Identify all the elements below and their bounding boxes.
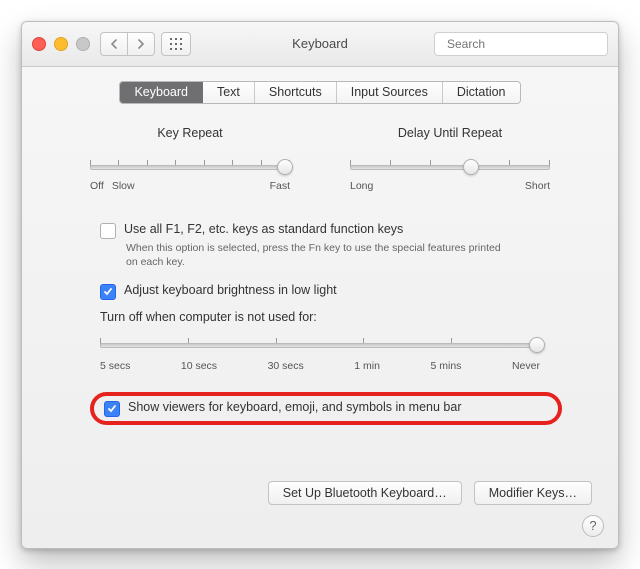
tab-shortcuts[interactable]: Shortcuts bbox=[255, 82, 337, 103]
turnoff-slider[interactable]: 5 secs 10 secs 30 secs 1 min 5 mins Never bbox=[100, 334, 540, 372]
brightness-option[interactable]: Adjust keyboard brightness in low light bbox=[100, 283, 590, 300]
highlighted-option: Show viewers for keyboard, emoji, and sy… bbox=[90, 392, 562, 425]
help-button[interactable]: ? bbox=[582, 515, 604, 537]
tab-input-sources[interactable]: Input Sources bbox=[337, 82, 443, 103]
fn-keys-option[interactable]: Use all F1, F2, etc. keys as standard fu… bbox=[100, 222, 590, 239]
delay-repeat-slider[interactable] bbox=[350, 156, 550, 176]
search-field[interactable] bbox=[434, 32, 608, 56]
minimize-window-button[interactable] bbox=[54, 37, 68, 51]
preferences-window: Keyboard Keyboard Text Shortcuts Input S… bbox=[21, 21, 619, 549]
turnoff-tick-label: 10 secs bbox=[181, 360, 217, 372]
delay-short: Short bbox=[525, 180, 550, 192]
turnoff-tick-label: 5 mins bbox=[430, 360, 461, 372]
delay-repeat-knob[interactable] bbox=[463, 159, 479, 175]
key-repeat-slow: Slow bbox=[112, 180, 135, 192]
key-repeat-slider[interactable] bbox=[90, 156, 290, 176]
delay-repeat-label: Delay Until Repeat bbox=[350, 126, 550, 140]
nav-buttons bbox=[100, 32, 155, 56]
window-controls bbox=[32, 37, 90, 51]
forward-button[interactable] bbox=[127, 32, 155, 56]
tab-dictation[interactable]: Dictation bbox=[443, 82, 520, 103]
titlebar: Keyboard bbox=[22, 22, 618, 67]
close-window-button[interactable] bbox=[32, 37, 46, 51]
brightness-checkbox[interactable] bbox=[100, 284, 116, 300]
delay-repeat-block: Delay Until Repeat Long Short bbox=[350, 126, 550, 192]
fn-keys-sublabel: When this option is selected, press the … bbox=[126, 241, 506, 269]
fn-keys-checkbox[interactable] bbox=[100, 223, 116, 239]
modifier-keys-button[interactable]: Modifier Keys… bbox=[474, 481, 592, 505]
turnoff-tick-label: 30 secs bbox=[268, 360, 304, 372]
turnoff-label: Turn off when computer is not used for: bbox=[100, 310, 590, 324]
content: Keyboard Text Shortcuts Input Sources Di… bbox=[22, 67, 618, 549]
zoom-window-button[interactable] bbox=[76, 37, 90, 51]
search-input[interactable] bbox=[445, 36, 604, 52]
show-all-button[interactable] bbox=[161, 32, 191, 56]
grid-icon bbox=[170, 38, 182, 50]
chevron-left-icon bbox=[110, 39, 118, 49]
tab-keyboard[interactable]: Keyboard bbox=[120, 82, 203, 103]
delay-long: Long bbox=[350, 180, 373, 192]
key-repeat-fast: Fast bbox=[270, 180, 290, 192]
viewers-checkbox[interactable] bbox=[104, 401, 120, 417]
fn-keys-label: Use all F1, F2, etc. keys as standard fu… bbox=[124, 222, 403, 236]
tab-text[interactable]: Text bbox=[203, 82, 255, 103]
turnoff-tick-label: Never bbox=[512, 360, 540, 372]
turnoff-tick-label: 5 secs bbox=[100, 360, 130, 372]
key-repeat-block: Key Repeat Off Slow Fast bbox=[90, 126, 290, 192]
brightness-label: Adjust keyboard brightness in low light bbox=[124, 283, 337, 297]
turnoff-knob[interactable] bbox=[529, 337, 545, 353]
key-repeat-off: Off bbox=[90, 180, 104, 192]
key-repeat-knob[interactable] bbox=[277, 159, 293, 175]
bluetooth-keyboard-button[interactable]: Set Up Bluetooth Keyboard… bbox=[268, 481, 462, 505]
key-repeat-label: Key Repeat bbox=[90, 126, 290, 140]
viewers-label: Show viewers for keyboard, emoji, and sy… bbox=[128, 400, 461, 414]
turnoff-tick-label: 1 min bbox=[354, 360, 380, 372]
viewers-option[interactable]: Show viewers for keyboard, emoji, and sy… bbox=[104, 400, 544, 417]
chevron-right-icon bbox=[137, 39, 145, 49]
back-button[interactable] bbox=[100, 32, 127, 56]
tab-bar: Keyboard Text Shortcuts Input Sources Di… bbox=[50, 81, 590, 104]
